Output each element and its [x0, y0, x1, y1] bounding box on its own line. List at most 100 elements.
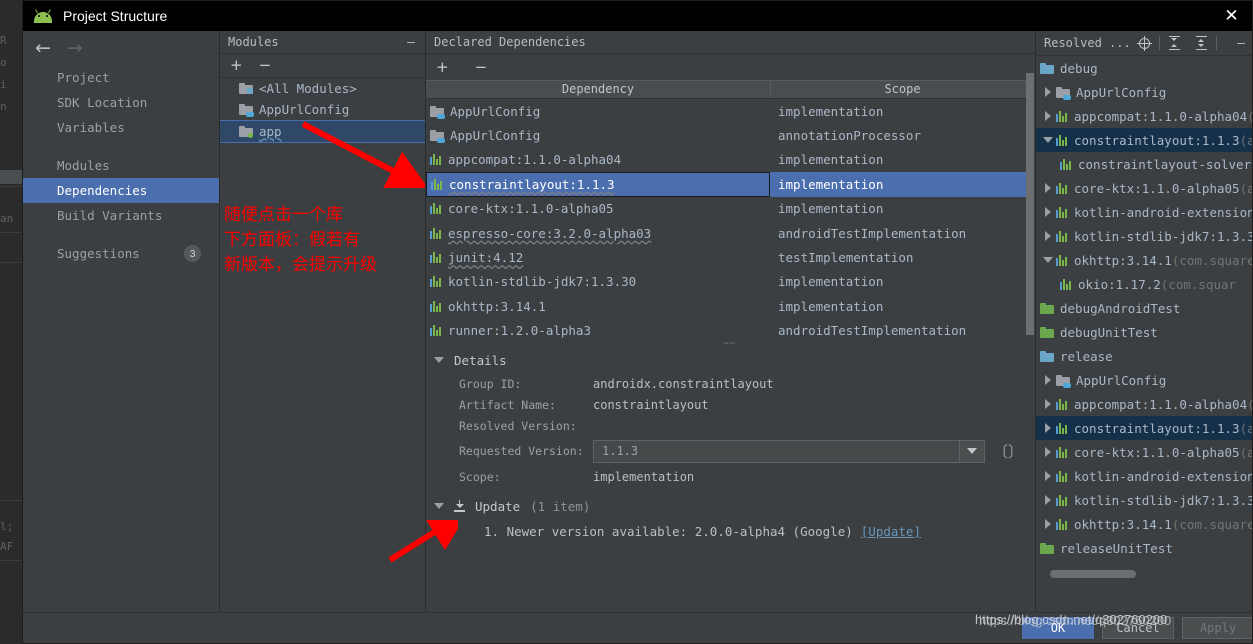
module-label: <All Modules> [259, 81, 357, 96]
folder-module-icon [239, 104, 254, 117]
chevron-right-icon[interactable] [1040, 375, 1056, 385]
remove-dependency-button[interactable]: − [475, 59, 488, 75]
chevron-right-icon[interactable] [1040, 87, 1056, 97]
sidebar-item-build-variants[interactable]: Build Variants [23, 203, 219, 228]
chevron-right-icon[interactable] [1040, 183, 1056, 193]
collapse-all-icon[interactable] [1194, 36, 1209, 50]
expand-all-icon[interactable] [1167, 36, 1182, 50]
update-header[interactable]: Update (1 item) [426, 493, 1034, 519]
download-icon[interactable] [454, 500, 465, 512]
library-icon [1056, 254, 1068, 266]
table-row[interactable]: appcompat:1.1.0-alpha04 implementation [426, 148, 1034, 172]
dependency-name: AppUrlConfig [450, 103, 541, 119]
remove-module-button[interactable]: − [259, 58, 272, 73]
chevron-right-icon[interactable] [1040, 207, 1056, 217]
resolved-horizontal-scrollbar[interactable] [1050, 570, 1136, 578]
column-header-dependency[interactable]: Dependency [426, 81, 771, 98]
tree-row-okio[interactable]: okio:1.17.2 (com.squar [1036, 272, 1252, 296]
dependency-scope: implementation [778, 201, 884, 217]
target-icon[interactable] [1136, 35, 1152, 51]
sidebar-item-label: Suggestions [57, 246, 140, 261]
forward-arrow-icon[interactable]: → [67, 38, 83, 58]
chevron-down-icon[interactable] [1040, 137, 1056, 143]
tree-row-label: kotlin-stdlib-jdk7:1.3.30 [1074, 492, 1253, 508]
tree-row-group: (com.square [1171, 252, 1253, 268]
chevron-right-icon[interactable] [1040, 399, 1056, 409]
tree-row-release-appcompat[interactable]: appcompat:1.1.0-alpha04 ( [1036, 392, 1252, 416]
chevron-down-icon[interactable] [434, 357, 444, 363]
update-link[interactable]: [Update] [861, 524, 921, 539]
table-row[interactable]: AppUrlConfig annotationProcessor [426, 123, 1034, 147]
module-label: app [259, 124, 282, 139]
table-row[interactable]: core-ktx:1.1.0-alpha05 implementation [426, 197, 1034, 221]
details-header[interactable]: Details [426, 347, 1034, 373]
tree-row-release-okhttp[interactable]: okhttp:3.14.1 (com.square [1036, 512, 1252, 536]
module-row-app[interactable]: app [220, 120, 425, 143]
table-row[interactable]: okhttp:3.14.1 implementation [426, 294, 1034, 318]
tree-row-kotlin-stdlib[interactable]: kotlin-stdlib-jdk7:1.3.30 [1036, 224, 1253, 248]
chevron-right-icon[interactable] [1040, 111, 1056, 121]
tree-row-kotlin-android-extensions[interactable]: kotlin-android-extensions [1036, 200, 1252, 224]
sidebar-item-suggestions[interactable]: Suggestions 3 [23, 241, 219, 266]
tree-row-release-kotlin-android-extensions[interactable]: kotlin-android-extensions [1036, 464, 1252, 488]
dependency-name: espresso-core:3.2.0-alpha03 [448, 225, 652, 241]
tree-row-core-ktx[interactable]: core-ktx:1.1.0-alpha05 (a [1036, 176, 1252, 200]
add-module-button[interactable]: + [230, 58, 243, 73]
tree-row-releaseunittest[interactable]: releaseUnitTest [1036, 536, 1252, 560]
tree-row-release[interactable]: release [1036, 344, 1252, 368]
chevron-down-icon[interactable] [434, 503, 444, 509]
minimize-icon[interactable]: — [1237, 36, 1245, 51]
tree-row-debugandroidtest[interactable]: debugAndroidTest [1036, 296, 1252, 320]
sidebar-item-project[interactable]: Project [23, 65, 219, 90]
table-row[interactable]: junit:4.12 testImplementation [426, 245, 1034, 269]
apply-button[interactable]: Apply [1182, 617, 1252, 639]
tree-row-debug[interactable]: debug [1036, 56, 1252, 80]
folder-icon [1040, 350, 1054, 362]
tree-row-release-appurlconfig[interactable]: AppUrlConfig [1036, 368, 1252, 392]
column-header-scope[interactable]: Scope [771, 81, 1034, 98]
bg-divider [0, 186, 22, 187]
tree-row-release-constraintlayout[interactable]: constraintlayout:1.1.3 (a [1036, 416, 1252, 440]
table-row[interactable]: AppUrlConfig implementation [426, 99, 1034, 123]
chevron-right-icon[interactable] [1040, 447, 1056, 457]
tree-row-okhttp[interactable]: okhttp:3.14.1 (com.square [1036, 248, 1253, 272]
sidebar-item-variables[interactable]: Variables [23, 115, 219, 140]
chevron-down-icon[interactable] [959, 440, 984, 462]
table-row[interactable]: kotlin-stdlib-jdk7:1.3.30 implementation [426, 270, 1034, 294]
bg-divider [0, 262, 22, 263]
tree-row-release-kotlin-stdlib[interactable]: kotlin-stdlib-jdk7:1.3.30 [1036, 488, 1253, 512]
tree-row-appurlconfig[interactable]: AppUrlConfig [1036, 80, 1252, 104]
library-icon [430, 325, 442, 337]
close-icon[interactable]: ✕ [1209, 1, 1252, 31]
module-row-appurlconfig[interactable]: AppUrlConfig [220, 99, 425, 120]
sidebar-item-sdk-location[interactable]: SDK Location [23, 90, 219, 115]
tree-row-constraintlayout-solver[interactable]: constraintlayout-solver [1036, 152, 1252, 176]
chevron-down-icon[interactable] [1040, 257, 1056, 263]
library-icon [1060, 158, 1072, 170]
detail-artifact-name-row: Artifact Name: constraintlayout [426, 394, 1034, 415]
tree-row-appcompat[interactable]: appcompat:1.1.0-alpha04 ( [1036, 104, 1252, 128]
variable-brackets-icon[interactable]: 〔〕 [993, 441, 1023, 462]
module-row-all-modules[interactable]: <All Modules> [220, 78, 425, 99]
back-arrow-icon[interactable]: ← [35, 38, 51, 58]
declared-vertical-scrollbar[interactable] [1026, 73, 1034, 335]
tree-row-label: kotlin-stdlib-jdk7:1.3.30 [1074, 228, 1253, 244]
add-dependency-button[interactable]: + [436, 59, 449, 75]
ok-button[interactable]: OK [1022, 617, 1094, 639]
chevron-right-icon[interactable] [1040, 471, 1056, 481]
chevron-right-icon[interactable] [1040, 231, 1056, 241]
table-row[interactable]: espresso-core:3.2.0-alpha03 androidTestI… [426, 221, 1034, 245]
sidebar-item-dependencies[interactable]: Dependencies [23, 178, 219, 203]
sidebar-item-modules[interactable]: Modules [23, 153, 219, 178]
tree-row-debugunittest[interactable]: debugUnitTest [1036, 320, 1252, 344]
requested-version-combobox[interactable]: 1.1.3 [593, 439, 985, 463]
table-row-selected[interactable]: constraintlayout:1.1.3 implementation [426, 172, 1034, 197]
tree-row-label: appcompat:1.1.0-alpha04 [1074, 108, 1248, 124]
chevron-right-icon[interactable] [1040, 519, 1056, 529]
cancel-button[interactable]: Cancel [1102, 617, 1174, 639]
tree-row-release-core-ktx[interactable]: core-ktx:1.1.0-alpha05 (a [1036, 440, 1252, 464]
chevron-right-icon[interactable] [1040, 423, 1056, 433]
chevron-right-icon[interactable] [1040, 495, 1056, 505]
minimize-icon[interactable]: — [407, 35, 415, 50]
tree-row-constraintlayout[interactable]: constraintlayout:1.1.3 (a [1036, 128, 1252, 152]
